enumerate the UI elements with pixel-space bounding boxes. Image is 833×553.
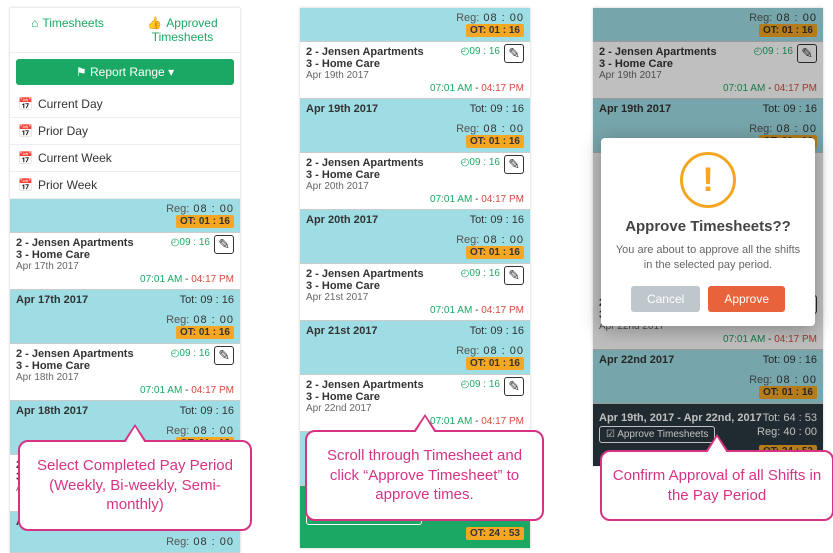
edit-icon[interactable]: ✎ — [214, 235, 234, 254]
cancel-button[interactable]: Cancel — [631, 286, 700, 312]
shift-card[interactable]: 2 - Jensen Apartments3 - Home CareApr 20… — [300, 153, 530, 210]
caret-down-icon: ▾ — [168, 65, 174, 79]
day-summary: Reg: 08 : 00OT: 01 : 16 — [300, 230, 530, 264]
home-icon: ⌂ — [31, 16, 38, 30]
menu-prior-day[interactable]: 📅Prior Day — [10, 118, 240, 145]
clock-icon: ◴09 : 16 — [461, 268, 500, 279]
clock-icon: ◴09 : 16 — [171, 348, 210, 359]
edit-icon[interactable]: ✎ — [504, 266, 524, 285]
modal-body: You are about to approve all the shifts … — [615, 243, 801, 274]
day-summary: Reg: 08 : 00 — [10, 532, 240, 553]
edit-icon[interactable]: ✎ — [214, 346, 234, 365]
date-header: Apr 20th 2017Tot: 09 : 16 — [300, 210, 530, 230]
flag-icon: ⚑ — [76, 65, 87, 79]
day-summary: Reg: 08 : 00OT: 01 : 16 — [300, 341, 530, 375]
date-header: Apr 21st 2017Tot: 09 : 16 — [300, 321, 530, 341]
calendar-icon: 📅 — [18, 97, 33, 111]
date-header: Apr 19th 2017Tot: 09 : 16 — [300, 99, 530, 119]
shift-card[interactable]: 2 - Jensen Apartments 3 - Home Care Apr … — [10, 233, 240, 290]
day-summary: Reg: 08 : 00 OT: 01 : 16 — [10, 199, 240, 233]
shift-card[interactable]: 2 - Jensen Apartments3 - Home CareApr 21… — [300, 264, 530, 321]
day-summary: Reg: 08 : 00OT: 01 : 16 — [300, 119, 530, 153]
calendar-icon: 📅 — [18, 178, 33, 192]
shift-card[interactable]: 2 - Jensen Apartments3 - Home CareApr 19… — [300, 42, 530, 99]
approve-button[interactable]: Approve — [708, 286, 785, 312]
callout-1: Select Completed Pay Period (Weekly, Bi-… — [18, 440, 252, 531]
screenshot-3: Reg: 08 : 00OT: 01 : 16 2 - Jensen Apart… — [593, 8, 823, 466]
callout-3: Confirm Approval of all Shifts in the Pa… — [600, 450, 833, 521]
day-summary: Reg: 08 : 00OT: 01 : 16 — [300, 8, 530, 42]
clock-icon: ◴09 : 16 — [461, 379, 500, 390]
edit-icon[interactable]: ✎ — [504, 44, 524, 63]
clock-icon: ◴09 : 16 — [171, 237, 210, 248]
tab-bar: ⌂Timesheets 👍Approved Timesheets — [10, 8, 240, 53]
menu-current-day[interactable]: 📅Current Day — [10, 91, 240, 118]
callout-2: Scroll through Timesheet and click “Appr… — [305, 430, 544, 521]
date-header: Apr 17th 2017Tot: 09 : 16 — [10, 290, 240, 310]
modal-title: Approve Timesheets?? — [615, 218, 801, 235]
report-range-button[interactable]: ⚑ Report Range ▾ — [16, 59, 234, 85]
date-header: Apr 18th 2017Tot: 09 : 16 — [10, 401, 240, 421]
calendar-icon: 📅 — [18, 151, 33, 165]
edit-icon[interactable]: ✎ — [504, 377, 524, 396]
tab-timesheets[interactable]: ⌂Timesheets — [10, 8, 125, 52]
tab-approved[interactable]: 👍Approved Timesheets — [125, 8, 240, 52]
thumb-icon: 👍 — [147, 16, 162, 30]
day-summary: Reg: 08 : 00OT: 01 : 16 — [10, 310, 240, 344]
clock-icon: ◴09 : 16 — [461, 46, 500, 57]
clock-icon: ◴09 : 16 — [461, 157, 500, 168]
shift-card[interactable]: 2 - Jensen Apartments3 - Home CareApr 18… — [10, 344, 240, 401]
warning-icon: ! — [680, 152, 736, 208]
menu-current-week[interactable]: 📅Current Week — [10, 145, 240, 172]
edit-icon[interactable]: ✎ — [504, 155, 524, 174]
calendar-icon: 📅 — [18, 124, 33, 138]
approve-confirm-modal: ! Approve Timesheets?? You are about to … — [601, 138, 815, 326]
menu-prior-week[interactable]: 📅Prior Week — [10, 172, 240, 199]
